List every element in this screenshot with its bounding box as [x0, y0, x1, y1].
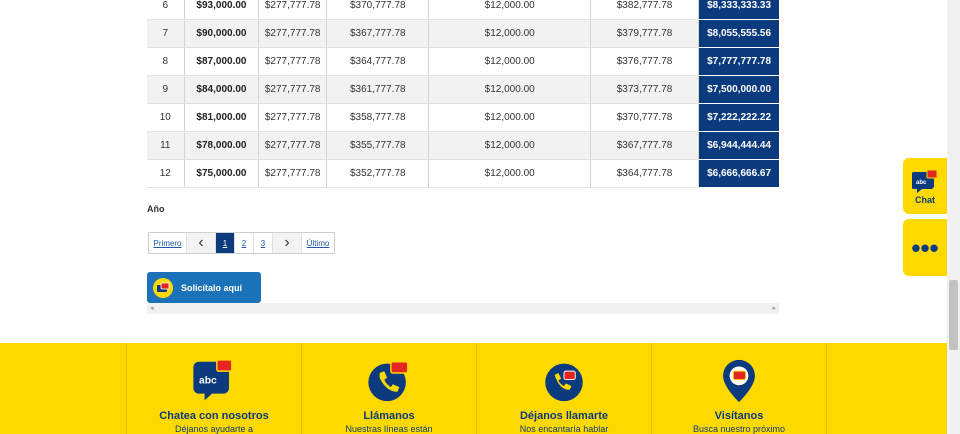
balance-cell: $8,055,555.56	[698, 19, 779, 48]
value-cell: $379,777.78	[590, 19, 700, 48]
footer-card-subtitle: Nos encantaría hablar	[519, 424, 609, 434]
footer-card-title: Déjanos llamarte	[519, 410, 609, 422]
capital-cell: $78,000.00	[184, 131, 260, 160]
value-cell: $367,777.78	[590, 131, 700, 160]
value-cell: $277,777.78	[258, 47, 328, 76]
value-cell: $373,777.78	[590, 75, 700, 104]
horizontal-scrollbar[interactable]: ◂ ▸	[147, 303, 779, 314]
table-row: 8 $87,000.00 $277,777.78 $364,777.78 $12…	[147, 47, 779, 76]
apply-button[interactable]: Solicítalo aquí	[147, 272, 261, 303]
svg-text:abc: abc	[916, 180, 927, 186]
footer-card-subtitle: Nuestras líneas están	[345, 424, 433, 434]
row-number: 10	[147, 103, 185, 132]
pagination-page-3[interactable]: 3	[254, 233, 273, 253]
apply-card-icon	[153, 277, 173, 298]
balance-cell: $7,500,000.00	[698, 75, 779, 104]
svg-text:abc: abc	[199, 375, 217, 386]
value-cell: $367,777.78	[326, 19, 430, 48]
value-cell: $370,777.78	[326, 0, 430, 20]
value-cell: $382,777.78	[590, 0, 700, 20]
pagination-last-link[interactable]: Último	[302, 233, 334, 253]
value-cell: $370,777.78	[590, 103, 700, 132]
footer-card-call[interactable]: Llámanos Nuestras líneas están	[301, 343, 476, 434]
footer-card-subtitle: Busca nuestro próximo	[692, 424, 786, 434]
value-cell: $12,000.00	[428, 19, 591, 48]
value-cell: $277,777.78	[258, 75, 328, 104]
pagination-page-1[interactable]: 1	[216, 233, 235, 253]
value-cell: $364,777.78	[326, 47, 430, 76]
value-cell: $277,777.78	[258, 0, 328, 20]
value-cell: $12,000.00	[428, 0, 591, 20]
table-row: 7 $90,000.00 $277,777.78 $367,777.78 $12…	[147, 19, 779, 48]
row-number: 6	[147, 0, 185, 20]
row-number: 8	[147, 47, 185, 76]
balance-cell: $6,666,666.67	[698, 159, 779, 188]
balance-cell: $7,777,777.78	[698, 47, 779, 76]
footer-card-visit[interactable]: Visítanos Busca nuestro próximo	[651, 343, 827, 434]
chevron-left-icon[interactable]: ‹	[187, 233, 216, 253]
capital-cell: $90,000.00	[184, 19, 260, 48]
value-cell: $277,777.78	[258, 131, 328, 160]
callback-icon	[545, 363, 583, 402]
capital-cell: $93,000.00	[184, 0, 260, 20]
chat-bubble-icon: abc	[193, 359, 233, 401]
year-label: Año	[147, 204, 165, 214]
chat-widget-button[interactable]: abc Chat	[903, 158, 947, 214]
chevron-right-icon[interactable]: ›	[273, 233, 302, 253]
table-row: 10 $81,000.00 $277,777.78 $358,777.78 $1…	[147, 103, 779, 132]
row-number: 12	[147, 159, 185, 188]
value-cell: $358,777.78	[326, 103, 430, 132]
value-cell: $352,777.78	[326, 159, 430, 188]
amortization-table: 6 $93,000.00 $277,777.78 $370,777.78 $12…	[147, 0, 779, 188]
value-cell: $12,000.00	[428, 159, 591, 188]
value-cell: $277,777.78	[258, 159, 328, 188]
scrollbar-thumb[interactable]	[949, 280, 958, 350]
location-pin-icon	[723, 359, 755, 403]
balance-cell: $8,333,333.33	[698, 0, 779, 20]
pagination-page-2[interactable]: 2	[235, 233, 254, 253]
value-cell: $12,000.00	[428, 47, 591, 76]
more-options-button[interactable]: •••	[903, 219, 947, 276]
balance-cell: $7,222,222.22	[698, 103, 779, 132]
footer-card-callback[interactable]: Déjanos llamarte Nos encantaría hablar	[476, 343, 651, 434]
footer-card-chat[interactable]: abc Chatea con nosotros Déjanos ayudarte…	[126, 343, 301, 434]
value-cell: $12,000.00	[428, 103, 591, 132]
balance-cell: $6,944,444.44	[698, 131, 779, 160]
value-cell: $277,777.78	[258, 103, 328, 132]
row-number: 9	[147, 75, 185, 104]
scroll-left-icon[interactable]: ◂	[150, 303, 154, 314]
value-cell: $277,777.78	[258, 19, 328, 48]
table-row: 9 $84,000.00 $277,777.78 $361,777.78 $12…	[147, 75, 779, 104]
capital-cell: $84,000.00	[184, 75, 260, 104]
value-cell: $364,777.78	[590, 159, 700, 188]
chat-bubble-icon: abc	[912, 169, 938, 193]
row-number: 7	[147, 19, 185, 48]
pagination: Primero ‹ 1 2 3 › Último	[148, 232, 335, 254]
vertical-scrollbar[interactable]	[947, 0, 960, 434]
capital-cell: $87,000.00	[184, 47, 260, 76]
value-cell: $12,000.00	[428, 131, 591, 160]
pagination-first-link[interactable]: Primero	[149, 233, 187, 253]
apply-button-label: Solicítalo aquí	[181, 282, 243, 293]
row-number: 11	[147, 131, 185, 160]
capital-cell: $75,000.00	[184, 159, 260, 188]
chat-widget-label: Chat	[915, 195, 935, 205]
footer-card-title: Visítanos	[714, 410, 764, 422]
value-cell: $361,777.78	[326, 75, 430, 104]
more-dots-icon: •••	[911, 232, 939, 263]
footer-card-title: Llámanos	[363, 410, 415, 422]
table-row: 6 $93,000.00 $277,777.78 $370,777.78 $12…	[147, 0, 779, 20]
footer-card-subtitle: Déjanos ayudarte a	[174, 424, 254, 434]
capital-cell: $81,000.00	[184, 103, 260, 132]
footer-contact-bar: abc Chatea con nosotros Déjanos ayudarte…	[0, 343, 947, 434]
value-cell: $376,777.78	[590, 47, 700, 76]
phone-icon	[368, 361, 409, 402]
scroll-right-icon[interactable]: ▸	[772, 303, 776, 314]
value-cell: $12,000.00	[428, 75, 591, 104]
value-cell: $355,777.78	[326, 131, 430, 160]
footer-card-title: Chatea con nosotros	[159, 410, 269, 422]
table-row: 12 $75,000.00 $277,777.78 $352,777.78 $1…	[147, 159, 779, 188]
table-row: 11 $78,000.00 $277,777.78 $355,777.78 $1…	[147, 131, 779, 160]
